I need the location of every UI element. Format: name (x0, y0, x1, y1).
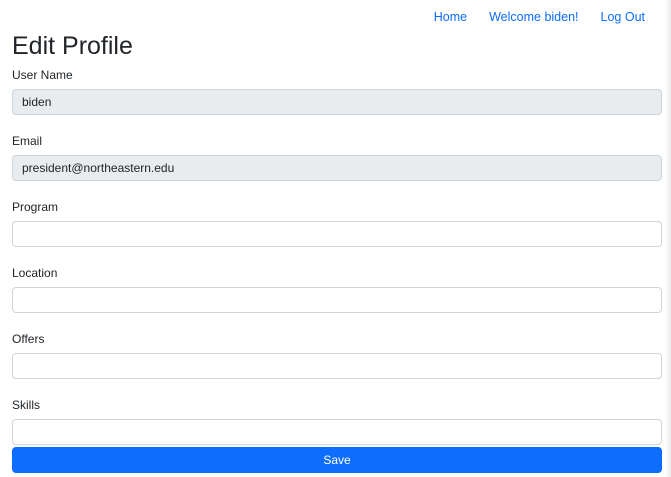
username-label: User Name (12, 68, 73, 82)
field-skills: Skills (12, 398, 662, 445)
scroll-edge (665, 0, 671, 477)
offers-input[interactable] (12, 353, 662, 379)
program-input[interactable] (12, 221, 662, 247)
nav-welcome-link[interactable]: Welcome biden! (489, 9, 578, 25)
field-offers: Offers (12, 332, 662, 379)
skills-label: Skills (12, 398, 41, 412)
email-field[interactable] (12, 155, 662, 181)
username-field[interactable] (12, 89, 662, 115)
email-label: Email (12, 134, 43, 148)
nav-logout-link[interactable]: Log Out (601, 9, 645, 25)
program-label: Program (12, 200, 59, 214)
top-nav: Home Welcome biden! Log Out (412, 9, 645, 25)
save-button[interactable]: Save (12, 447, 662, 473)
profile-form: User Name Email Program Location Offers … (12, 68, 662, 445)
field-username: User Name (12, 68, 662, 115)
skills-input[interactable] (12, 419, 662, 445)
page-title: Edit Profile (12, 32, 133, 60)
field-program: Program (12, 200, 662, 247)
location-label: Location (12, 266, 58, 280)
nav-home-link[interactable]: Home (434, 9, 467, 25)
offers-label: Offers (12, 332, 45, 346)
field-email: Email (12, 134, 662, 181)
edit-profile-page: Home Welcome biden! Log Out Edit Profile… (0, 0, 671, 477)
field-location: Location (12, 266, 662, 313)
location-input[interactable] (12, 287, 662, 313)
